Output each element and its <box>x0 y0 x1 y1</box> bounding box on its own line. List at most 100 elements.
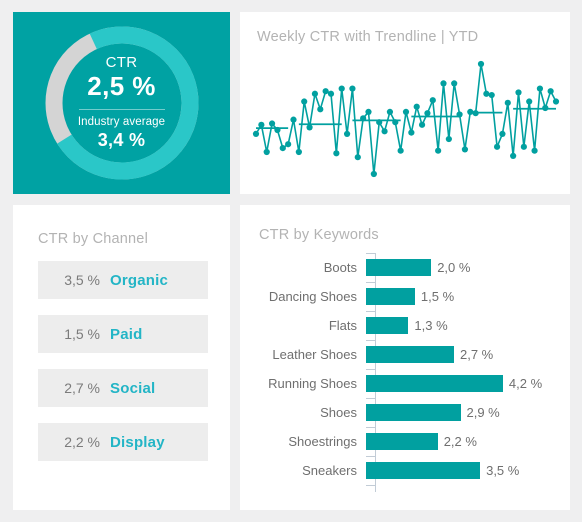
channel-value: 2,7 % <box>64 380 100 396</box>
keyword-axis-tick <box>366 485 375 486</box>
donut-metric-label: CTR <box>105 53 138 71</box>
keyword-axis-tick <box>366 369 375 370</box>
sparkline-marker <box>472 110 479 117</box>
weekly-ctr-chart <box>250 56 562 184</box>
keyword-value: 4,2 % <box>508 376 543 391</box>
sparkline-marker <box>252 130 260 137</box>
keyword-bar[interactable] <box>366 462 481 479</box>
keyword-axis-tick <box>366 340 375 341</box>
keyword-bar[interactable] <box>366 375 503 392</box>
sparkline-marker <box>488 91 495 99</box>
channel-name: Paid <box>110 325 143 343</box>
keyword-label: Leather Shoes <box>272 347 357 362</box>
keyword-label: Shoestrings <box>288 434 357 449</box>
keyword-value: 2,9 % <box>466 405 500 420</box>
sparkline-marker <box>536 85 544 92</box>
ctr-by-channel-panel: CTR by Channel 3,5 % Organic 1,5 % Paid 2,7 … <box>13 205 230 510</box>
sparkline-marker <box>429 97 436 104</box>
sparkline-marker <box>547 88 554 95</box>
weekly-ctr-panel: Weekly CTR with Trendline | YTD <box>240 12 570 194</box>
keyword-axis-tick <box>366 456 375 457</box>
channel-row[interactable]: 2,7 % Social <box>38 369 208 407</box>
channel-name: Social <box>110 379 156 397</box>
keyword-axis-tick <box>366 253 375 254</box>
channel-row[interactable]: 3,5 % Organic <box>38 261 208 299</box>
sparkline-marker <box>424 110 431 117</box>
channel-name: Display <box>110 433 165 451</box>
keyword-bar-zone: 3,5 % <box>366 456 570 485</box>
channel-row[interactable]: 1,5 % Paid <box>38 315 208 353</box>
keyword-value: 2,2 % <box>443 434 477 449</box>
sparkline-marker <box>268 120 276 127</box>
sparkline-marker <box>392 119 399 126</box>
ctr-donut-chart: CTR 2,5 % Industry average 3,4 % <box>42 23 202 183</box>
sparkline-marker <box>258 121 265 128</box>
sparkline-marker <box>279 145 286 152</box>
keyword-label: Sneakers <box>302 463 357 478</box>
sparkline-marker <box>451 80 458 87</box>
keyword-row[interactable]: Dancing Shoes 1,5 % <box>240 282 570 311</box>
channel-name: Organic <box>110 271 169 289</box>
sparkline-marker <box>365 108 372 115</box>
keyword-bar-zone: 2,0 % <box>366 253 570 282</box>
sparkline-marker <box>285 141 292 148</box>
keyword-label: Running Shoes <box>268 376 357 391</box>
sparkline-marker <box>381 128 388 135</box>
keyword-bar[interactable] <box>366 404 461 421</box>
keyword-bar[interactable] <box>366 288 415 305</box>
keyword-row[interactable]: Shoestrings 2,2 % <box>240 427 570 456</box>
sparkline-marker <box>327 90 335 97</box>
sparkline-marker <box>402 108 410 115</box>
sparkline-marker <box>483 90 490 97</box>
sparkline-marker <box>504 99 511 106</box>
sparkline-marker <box>515 89 522 96</box>
sparkline-marker <box>445 135 452 143</box>
sparkline-marker <box>477 60 485 68</box>
keyword-row[interactable]: Leather Shoes 2,7 % <box>240 340 570 369</box>
keyword-bar[interactable] <box>366 346 454 363</box>
dashboard: CTR 2,5 % Industry average 3,4 % Weekly … <box>0 0 582 522</box>
sparkline-marker <box>461 146 469 153</box>
sparkline-marker <box>440 80 447 87</box>
sparkline-marker <box>376 119 383 126</box>
keyword-label: Flats <box>328 318 357 333</box>
keyword-row[interactable]: Boots 2,0 % <box>240 253 570 282</box>
channel-value: 3,5 % <box>64 272 100 288</box>
sparkline-marker <box>274 126 281 134</box>
channel-row[interactable]: 2,2 % Display <box>38 423 208 461</box>
sparkline-marker <box>435 147 442 154</box>
sparkline-marker <box>397 147 404 154</box>
donut-divider <box>78 109 165 111</box>
sparkline-marker <box>301 98 308 105</box>
ctr-by-channel-title: CTR by Channel <box>38 231 148 247</box>
sparkline-marker <box>360 115 367 122</box>
sparkline-svg <box>252 60 560 178</box>
donut-center-readout: CTR 2,5 % Industry average 3,4 % <box>42 23 202 183</box>
sparkline-marker <box>542 104 549 112</box>
weekly-ctr-title: Weekly CTR with Trendline | YTD <box>257 29 479 45</box>
sparkline-marker <box>290 116 297 123</box>
keyword-row[interactable]: Shoes 2,9 % <box>240 398 570 427</box>
keyword-row[interactable]: Flats 1,3 % <box>240 311 570 340</box>
keyword-value: 2,0 % <box>437 260 471 275</box>
sparkline-marker <box>467 108 474 115</box>
keyword-row[interactable]: Running Shoes 4,2 % <box>240 369 570 398</box>
sparkline-marker <box>499 130 506 137</box>
keyword-bar-zone: 1,3 % <box>366 311 570 340</box>
keyword-row[interactable]: Sneakers 3,5 % <box>240 456 570 485</box>
keyword-bar[interactable] <box>366 317 409 334</box>
keyword-label: Shoes <box>320 405 357 420</box>
sparkline-marker <box>456 111 463 118</box>
sparkline-marker <box>370 170 377 178</box>
keyword-bar[interactable] <box>366 259 432 276</box>
keyword-bar-zone: 2,9 % <box>366 398 570 427</box>
donut-benchmark-value: 3,4 % <box>97 129 146 150</box>
sparkline-marker <box>510 152 517 159</box>
donut-benchmark-label: Industry average <box>77 116 166 129</box>
keyword-bar[interactable] <box>366 433 438 450</box>
keyword-bar-zone: 1,5 % <box>366 282 570 311</box>
keyword-value: 1,5 % <box>420 289 455 304</box>
keyword-value: 1,3 % <box>414 318 448 333</box>
sparkline-marker <box>386 108 394 115</box>
sparkline-marker <box>295 148 302 156</box>
